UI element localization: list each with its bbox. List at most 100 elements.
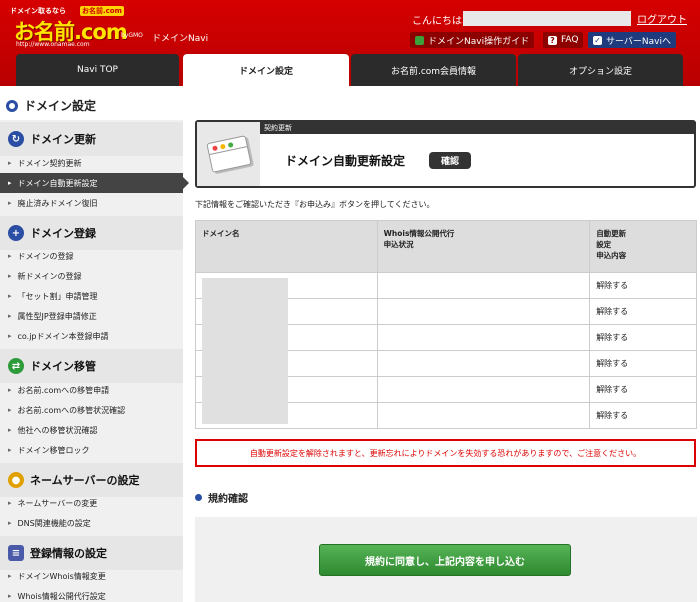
sidebar-item-label: co.jpドメイン本登録申請 [17,331,109,341]
whois-cell [376,402,591,429]
sidebar-section-transfer: ⇄ ドメイン移管 [0,349,183,383]
arrow-right-icon: ▸ [8,332,12,340]
logo-tagline: ドメイン取るなら [10,7,66,15]
sidebar-item-domain-register[interactable]: ▸ ドメインの登録 [0,246,183,266]
page-heading: ドメイン自動更新設定 [285,154,406,168]
arrow-right-icon: ▸ [8,572,12,580]
terms-section-title: 規約確認 [195,490,248,505]
question-icon: ? [548,35,557,45]
sidebar-item-whois-proxy[interactable]: ▸ Whois情報公開代行設定 [0,586,183,602]
window-icon [205,135,252,173]
faq-button[interactable]: ? FAQ [543,32,584,48]
action-cell: 解除する [589,324,697,351]
sidebar-item-label: DNS関連機能の設定 [17,518,91,528]
ring-icon [6,99,18,112]
sidebar-item-label: ドメインWhois情報変更 [17,571,106,581]
terms-title-text: 規約確認 [208,494,248,505]
sidebar-item-label: Whois情報公開代行設定 [17,591,106,601]
sidebar-item-label: ドメイン契約更新 [17,158,82,168]
faq-button-label: FAQ [561,35,579,45]
arrow-right-icon: ▸ [8,406,12,414]
arrow-right-icon: ▸ [8,519,12,527]
arrow-right-icon: ▸ [8,252,12,260]
column-header-auto-renew: 自動更新 設定 申込内容 [589,220,697,273]
sidebar-item-contract-renewal[interactable]: ▸ ドメイン契約更新 [0,153,183,173]
sidebar-section-renewal: ↻ ドメイン更新 [0,122,183,156]
sidebar-item-cojp-registration[interactable]: ▸ co.jpドメイン本登録申請 [0,326,183,346]
page-title: ドメイン設定 [6,97,96,114]
sidebar-item-label: ドメインの登録 [17,251,74,261]
people-icon: ● [8,472,24,488]
logo-gmo: byGMO [121,32,143,39]
arrow-right-icon: ▸ [8,426,12,434]
logo-url: http://www.onamae.com [16,41,90,48]
refresh-icon: ↻ [8,131,24,147]
sidebar-item-whois-change[interactable]: ▸ ドメインWhois情報変更 [0,566,183,586]
sidebar-item-new-domain[interactable]: ▸ 新ドメインの登録 [0,266,183,286]
sidebar-item-label: お名前.comへの移管申請 [17,385,110,395]
sidebar-item-transfer-status[interactable]: ▸ お名前.comへの移管状況確認 [0,400,183,420]
action-cell: 解除する [589,376,697,403]
bullet-icon [195,494,202,501]
sidebar-item-label: ドメイン自動更新設定 [17,178,98,188]
sidebar-section-title: ドメイン更新 [30,133,96,146]
arrow-right-icon: ▸ [8,312,12,320]
sidebar-item-transfer-lock[interactable]: ▸ ドメイン移管ロック [0,440,183,460]
sidebar-item-jp-correction[interactable]: ▸ 属性型JP登録申請修正 [0,306,183,326]
sidebar-section-title: ネームサーバーの設定 [30,474,140,487]
sidebar-item-dns-settings[interactable]: ▸ DNS関連機能の設定 [0,513,183,533]
agree-and-apply-button[interactable]: 規約に同意し、上記内容を申し込む [319,544,571,576]
sidebar-item-nameserver-change[interactable]: ▸ ネームサーバーの変更 [0,493,183,513]
whois-cell [376,298,591,325]
check-icon: ✓ [593,35,602,45]
sidebar-item-auto-renewal[interactable]: ▸ ドメイン自動更新設定 [0,173,189,193]
domain-names-redacted [202,278,288,424]
sidebar-item-set-discount[interactable]: ▸ 「セット割」申請管理 [0,286,183,306]
server-navi-button[interactable]: ✓ サーバーNaviへ [588,32,676,48]
sidebar-item-label: 属性型JP登録申請修正 [17,311,97,321]
sidebar-item-label: 他社への移管状況確認 [17,425,98,435]
sidebar-item-label: 廃止済みドメイン復旧 [17,198,98,208]
guide-button-label: ドメインNavi操作ガイド [428,36,530,47]
beginner-icon [415,35,424,45]
window-icon-area [197,122,260,186]
action-cell: 解除する [589,298,697,325]
sidebar-item-outbound-status[interactable]: ▸ 他社への移管状況確認 [0,420,183,440]
arrow-right-icon: ▸ [8,499,12,507]
sidebar-item-transfer-request[interactable]: ▸ お名前.comへの移管申請 [0,380,183,400]
tab-member-info[interactable]: お名前.com会員情報 [351,54,516,86]
onamae-logo[interactable]: ドメイン取るなら お名前.com お名前.com http://www.onam… [10,6,143,48]
logout-link[interactable]: ログアウト [637,11,687,26]
sidebar-section-title: ドメイン登録 [30,227,96,240]
guide-button[interactable]: ドメインNavi操作ガイド [410,32,535,48]
sidebar-item-label: お名前.comへの移管状況確認 [17,405,126,415]
tab-domain-settings[interactable]: ドメイン設定 [183,54,349,86]
section-heading-box: 契約更新 ドメイン自動更新設定 確認 [195,120,696,188]
action-cell: 解除する [589,402,697,429]
sidebar-item-label: 新ドメインの登録 [17,271,82,281]
tab-navi-top[interactable]: Navi TOP [16,54,179,86]
sidebar-item-label: 「セット割」申請管理 [17,291,98,301]
heading-caption: 契約更新 [260,122,696,134]
confirm-badge: 確認 [429,152,472,169]
action-cell: 解除する [589,272,697,299]
sidebar-item-label: ドメイン移管ロック [17,445,90,455]
tab-option-settings[interactable]: オプション設定 [518,54,683,86]
plus-icon: + [8,225,24,241]
sidebar-item-restore[interactable]: ▸ 廃止済みドメイン復旧 [0,193,183,213]
arrow-right-icon: ▸ [8,199,12,207]
server-navi-button-label: サーバーNaviへ [606,36,671,47]
whois-cell [376,324,591,351]
logo-tagline-badge: お名前.com [80,6,124,16]
sidebar-section-title: 登録情報の設定 [30,547,107,560]
transfer-icon: ⇄ [8,358,24,374]
arrow-right-icon: ▸ [8,386,12,394]
main-tabs: Navi TOP ドメイン設定 お名前.com会員情報 オプション設定 [0,54,700,86]
page-title-text: ドメイン設定 [24,99,97,113]
sidebar: ↻ ドメイン更新 ▸ ドメイン契約更新 ▸ ドメイン自動更新設定 ▸ 廃止済みドメイン… [0,120,189,602]
arrow-right-icon: ▸ [8,592,12,600]
column-header-domain: ドメイン名 [195,220,378,273]
document-icon: ≡ [8,545,24,561]
table-header-row: ドメイン名 Whois情報公開代行 申込状況 自動更新 設定 申込内容 [195,220,697,273]
instruction-text: 下記情報をご確認いただき『お申込み』ボタンを押してください。 [195,200,435,209]
